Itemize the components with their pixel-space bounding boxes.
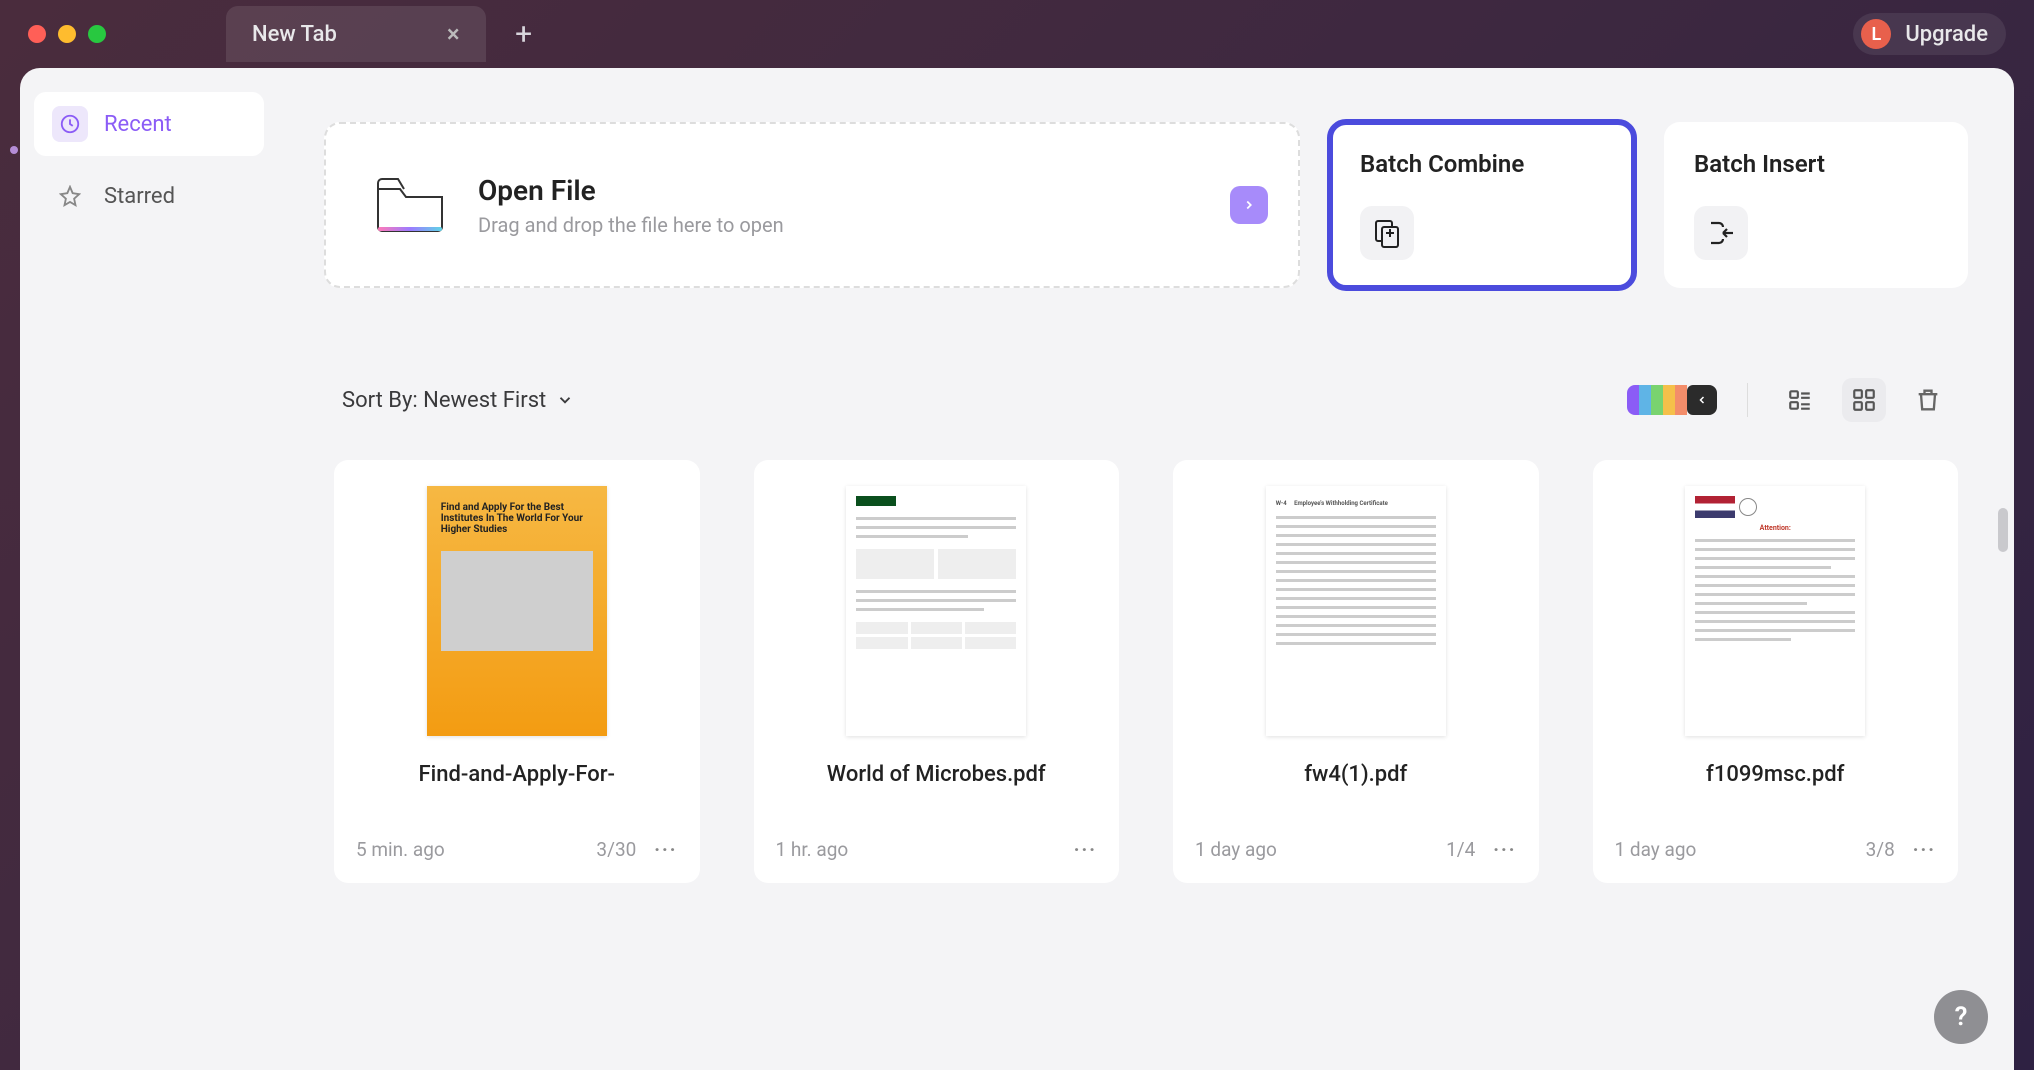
sidebar: Recent Starred (20, 68, 278, 1070)
file-pages: 3/8 (1866, 838, 1895, 861)
color-swatch (1675, 385, 1687, 415)
window-controls[interactable] (28, 25, 106, 43)
file-thumbnail: W-4 Employee's Withholding Certificate (1266, 486, 1446, 736)
file-name: Find-and-Apply-For- (356, 760, 678, 820)
color-swatch (1639, 385, 1651, 415)
sidebar-item-label: Recent (104, 112, 172, 137)
sort-by-dropdown[interactable]: Sort By: Newest First (342, 388, 574, 413)
close-tab-button[interactable]: × (447, 20, 460, 48)
notification-dot (10, 146, 18, 154)
file-more-button[interactable]: ··· (654, 838, 677, 861)
open-file-subtitle: Drag and drop the file here to open (478, 213, 784, 237)
file-card[interactable]: W-4 Employee's Withholding Certificate f… (1173, 460, 1539, 883)
file-thumbnail: Attention: (1685, 486, 1865, 736)
trash-button[interactable] (1906, 378, 1950, 422)
file-name: f1099msc.pdf (1615, 760, 1937, 820)
scrollbar-thumb[interactable] (1998, 508, 2008, 552)
file-thumbnail: Find and Apply For the Best Institutes I… (427, 486, 607, 736)
chevron-down-icon (556, 391, 574, 409)
file-name: fw4(1).pdf (1195, 760, 1517, 820)
file-time: 5 min. ago (356, 838, 445, 861)
file-time: 1 day ago (1615, 838, 1697, 861)
chevron-left-icon (1687, 385, 1717, 415)
tab-new[interactable]: New Tab × (226, 6, 486, 62)
file-time: 1 hr. ago (776, 838, 849, 861)
clock-icon (52, 106, 88, 142)
sidebar-item-starred[interactable]: Starred (34, 164, 264, 228)
list-view-button[interactable] (1778, 378, 1822, 422)
file-pages: 3/30 (596, 838, 636, 861)
file-time: 1 day ago (1195, 838, 1277, 861)
file-more-button[interactable]: ··· (1074, 838, 1097, 861)
folder-icon (374, 175, 446, 235)
file-more-button[interactable]: ··· (1913, 838, 1936, 861)
batch-insert-title: Batch Insert (1694, 150, 1938, 178)
color-filter[interactable] (1627, 385, 1717, 415)
combine-icon (1360, 206, 1414, 260)
grid-view-button[interactable] (1842, 378, 1886, 422)
file-card[interactable]: Attention: f1099msc.pdf 1 day ago 3/8 ··… (1593, 460, 1959, 883)
minimize-window-button[interactable] (58, 25, 76, 43)
file-card[interactable]: World of Microbes.pdf 1 hr. ago ··· (754, 460, 1120, 883)
open-file-chevron[interactable] (1230, 186, 1268, 224)
batch-combine-title: Batch Combine (1360, 150, 1604, 178)
sort-by-label: Sort By: Newest First (342, 388, 546, 413)
upgrade-button[interactable]: L Upgrade (1853, 13, 2006, 55)
upgrade-label: Upgrade (1905, 22, 1988, 47)
insert-icon (1694, 206, 1748, 260)
maximize-window-button[interactable] (88, 25, 106, 43)
open-file-title: Open File (478, 174, 784, 207)
file-name: World of Microbes.pdf (776, 760, 1098, 820)
batch-insert-card[interactable]: Batch Insert (1664, 122, 1968, 288)
file-pages: 1/4 (1446, 838, 1475, 861)
sidebar-item-recent[interactable]: Recent (34, 92, 264, 156)
color-swatch (1627, 385, 1639, 415)
star-icon (52, 178, 88, 214)
help-button[interactable]: ? (1934, 990, 1988, 1044)
sidebar-item-label: Starred (104, 184, 175, 209)
file-thumbnail (846, 486, 1026, 736)
file-card[interactable]: Find and Apply For the Best Institutes I… (334, 460, 700, 883)
file-more-button[interactable]: ··· (1493, 838, 1516, 861)
open-file-card[interactable]: Open File Drag and drop the file here to… (324, 122, 1300, 288)
avatar: L (1861, 19, 1891, 49)
color-swatch (1663, 385, 1675, 415)
divider (1747, 383, 1748, 417)
batch-combine-card[interactable]: Batch Combine (1330, 122, 1634, 288)
close-window-button[interactable] (28, 25, 46, 43)
new-tab-button[interactable]: + (504, 17, 544, 52)
color-swatch (1651, 385, 1663, 415)
tab-label: New Tab (252, 22, 337, 47)
